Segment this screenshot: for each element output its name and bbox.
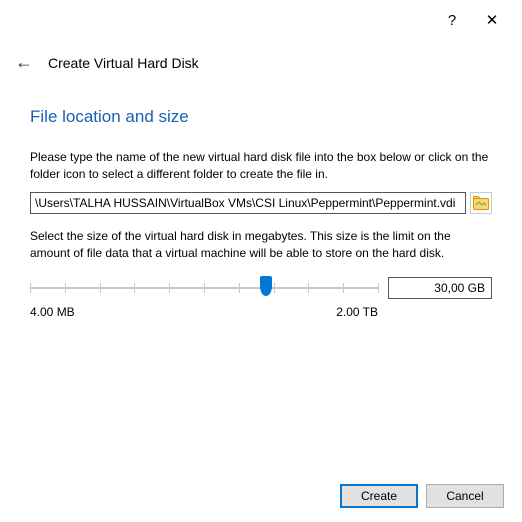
folder-icon xyxy=(473,196,489,210)
close-icon[interactable]: ✕ xyxy=(472,6,512,34)
slider-ticks xyxy=(30,283,378,293)
file-path-input[interactable] xyxy=(30,192,466,214)
content-area: File location and size Please type the n… xyxy=(0,81,522,319)
cancel-button[interactable]: Cancel xyxy=(426,484,504,508)
size-slider[interactable] xyxy=(30,278,378,298)
help-icon[interactable]: ? xyxy=(432,6,472,34)
file-location-instruction: Please type the name of the new virtual … xyxy=(30,149,492,184)
slider-scale: 4.00 MB 2.00 TB xyxy=(30,305,492,319)
disk-size-input[interactable] xyxy=(388,277,492,299)
file-path-row xyxy=(30,192,492,214)
slider-min-label: 4.00 MB xyxy=(30,305,75,319)
section-heading: File location and size xyxy=(30,107,492,127)
back-arrow-icon[interactable]: ← xyxy=(14,52,34,73)
footer-buttons: Create Cancel xyxy=(0,472,522,522)
size-slider-row xyxy=(30,277,492,299)
size-instruction: Select the size of the virtual hard disk… xyxy=(30,228,492,263)
title-bar: ? ✕ xyxy=(0,0,522,40)
slider-thumb[interactable] xyxy=(260,276,272,296)
create-button[interactable]: Create xyxy=(340,484,418,508)
window-title: Create Virtual Hard Disk xyxy=(48,55,199,71)
slider-max-label: 2.00 TB xyxy=(336,305,378,319)
browse-folder-button[interactable] xyxy=(470,192,492,214)
wizard-header: ← Create Virtual Hard Disk xyxy=(0,40,522,81)
